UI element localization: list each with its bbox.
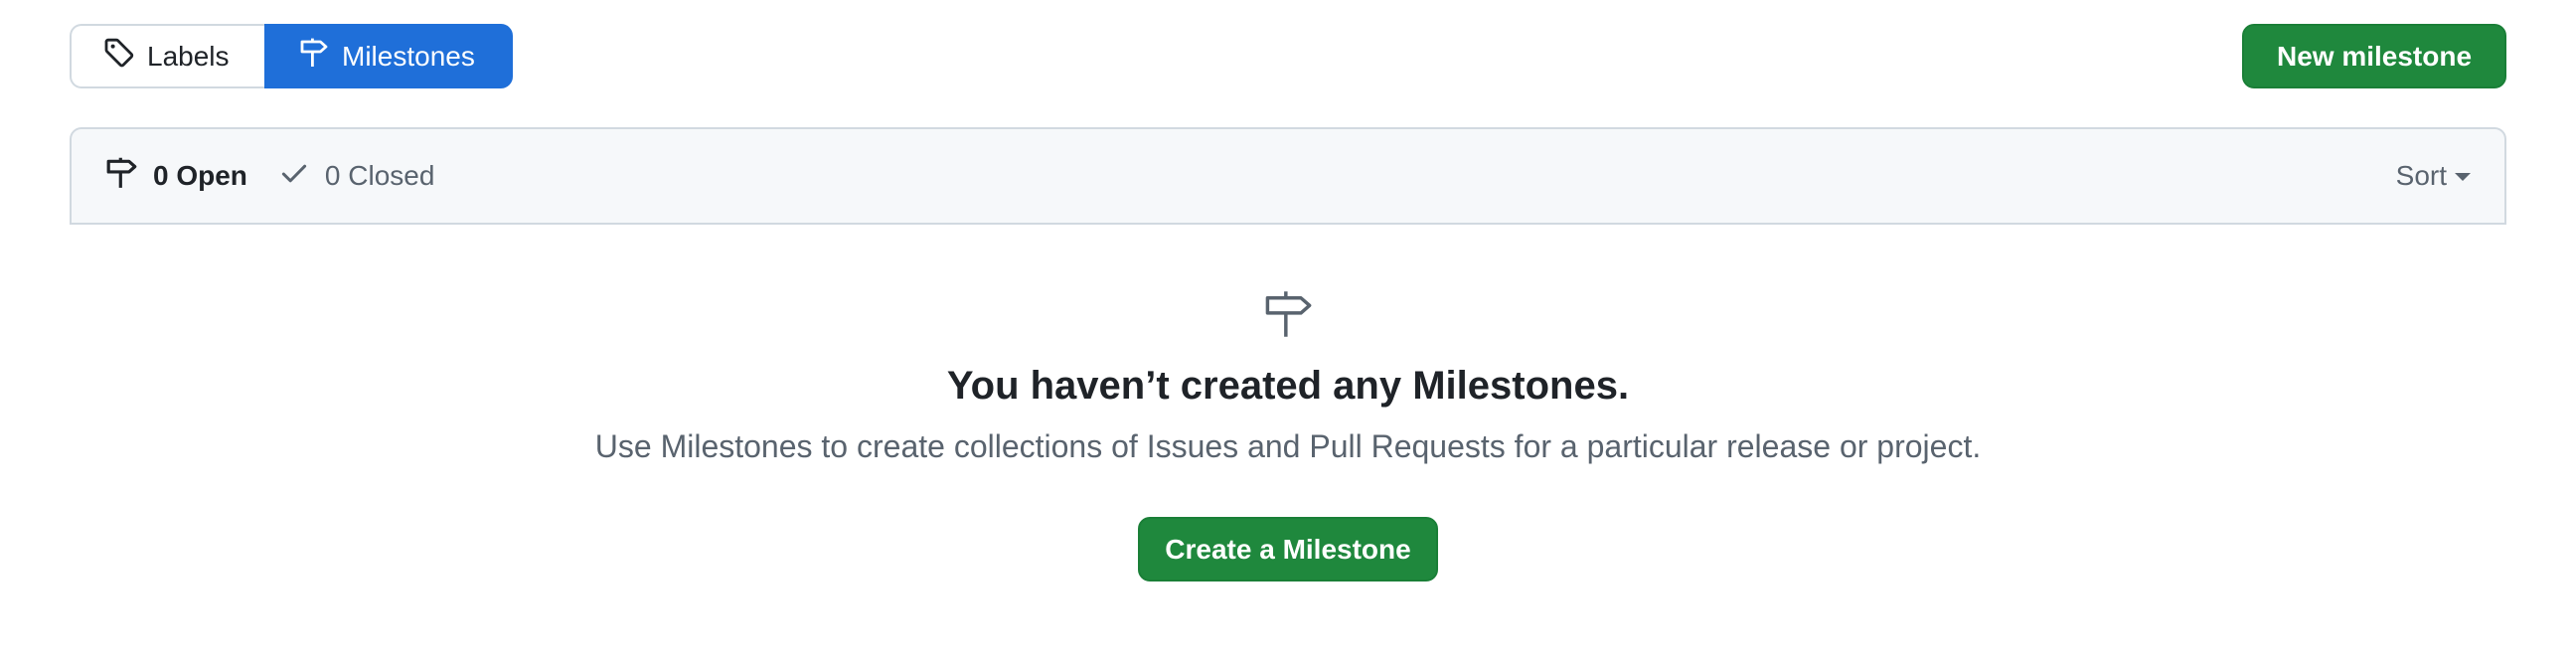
labels-tab-label: Labels [147, 40, 230, 72]
milestones-tab-label: Milestones [342, 40, 475, 72]
new-milestone-button[interactable]: New milestone [2242, 24, 2506, 88]
create-milestone-button[interactable]: Create a Milestone [1138, 517, 1438, 581]
milestones-tab[interactable]: Milestones [264, 24, 513, 88]
blankslate-description: Use Milestones to create collections of … [594, 428, 1982, 464]
sort-label: Sort [2395, 160, 2447, 191]
milestones-page: Labels Milestones New milestone 0 Open 0… [0, 0, 2576, 664]
open-count-label: 0 Open [153, 160, 247, 191]
open-filter[interactable]: 0 Open [105, 156, 247, 197]
milestone-icon [1262, 288, 1314, 340]
labels-milestones-toggle: Labels Milestones [70, 24, 513, 88]
check-icon [277, 156, 311, 197]
closed-filter[interactable]: 0 Closed [277, 156, 435, 197]
caret-down-icon [2455, 173, 2471, 181]
blankslate-title: You haven’t created any Milestones. [946, 364, 1630, 408]
labels-tab[interactable]: Labels [70, 24, 264, 88]
tag-icon [103, 37, 135, 76]
milestone-icon [105, 156, 139, 197]
closed-count-label: 0 Closed [324, 160, 435, 191]
blankslate: You haven’t created any Milestones. Use … [0, 288, 2576, 581]
milestone-icon [298, 37, 330, 76]
sort-dropdown[interactable]: Sort [2396, 160, 2471, 192]
milestone-filter-bar: 0 Open 0 Closed Sort [70, 127, 2506, 225]
